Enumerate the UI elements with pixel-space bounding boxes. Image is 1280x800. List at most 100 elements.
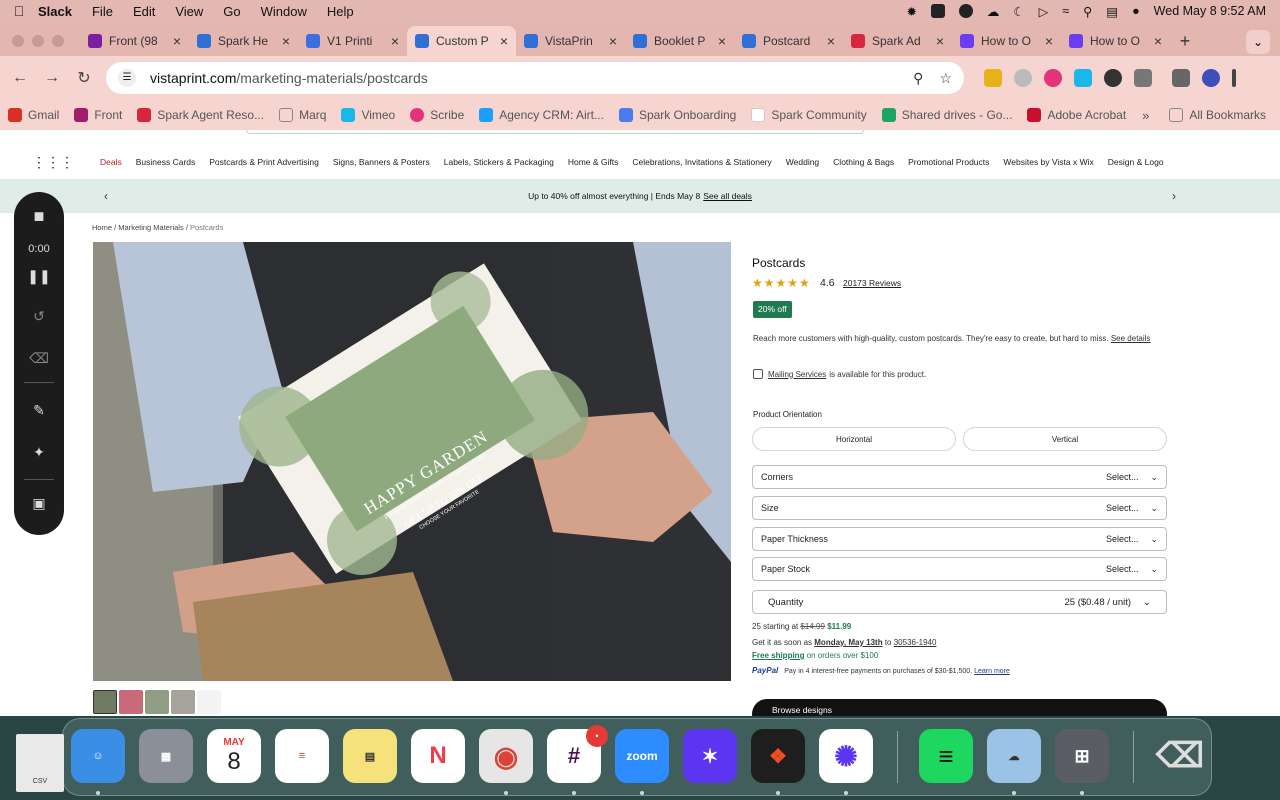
figma-icon[interactable]: ❖ bbox=[751, 729, 805, 783]
close-tab-icon[interactable]: × bbox=[936, 33, 944, 49]
tab-booklet[interactable]: Booklet P × bbox=[625, 26, 734, 56]
wifi-icon[interactable]: ≈ bbox=[1062, 4, 1069, 18]
tab-custom-postcards[interactable]: Custom P × bbox=[407, 26, 516, 56]
zoom-lens-icon[interactable]: ⚲ bbox=[913, 70, 923, 87]
bookmark-spark-community[interactable]: Spark Community bbox=[751, 108, 867, 122]
restart-icon[interactable]: ↺ bbox=[14, 308, 64, 325]
paypal-learn-more-link[interactable]: Learn more bbox=[974, 668, 1010, 675]
thumbnail-3[interactable] bbox=[145, 690, 169, 714]
bookmark-marq[interactable]: Marq bbox=[279, 108, 326, 122]
zoom-window-button[interactable] bbox=[52, 35, 64, 47]
corners-select[interactable]: Corners Select... ⌄ bbox=[752, 465, 1167, 489]
chrome-menu-icon[interactable] bbox=[1232, 69, 1236, 87]
calendar-icon[interactable]: MAY 8 bbox=[207, 729, 261, 783]
close-tab-icon[interactable]: × bbox=[1154, 33, 1162, 49]
confetti-icon[interactable]: ✦ bbox=[14, 444, 64, 461]
promo-next-icon[interactable]: › bbox=[1172, 189, 1176, 203]
bookmark-gmail[interactable]: Gmail bbox=[8, 108, 59, 122]
extensions-puzzle-icon[interactable] bbox=[1134, 69, 1152, 87]
brightness-icon[interactable]: ✹ bbox=[906, 4, 916, 19]
ship-date-link[interactable]: Monday, May 13th bbox=[814, 638, 882, 647]
nav-celebrations[interactable]: Celebrations, Invitations & Stationery bbox=[632, 157, 771, 167]
finder-icon[interactable]: ☺ bbox=[71, 729, 125, 783]
nav-postcards[interactable]: Postcards & Print Advertising bbox=[209, 157, 319, 167]
thumbnail-2[interactable] bbox=[119, 690, 143, 714]
orientation-horizontal-button[interactable]: Horizontal bbox=[752, 427, 956, 451]
calculator-icon[interactable]: ⊞ bbox=[1055, 729, 1109, 783]
creative-cloud-icon[interactable] bbox=[930, 4, 945, 18]
tab-front[interactable]: Front (98 × bbox=[80, 26, 189, 56]
pencil-icon[interactable]: ✎ bbox=[14, 402, 64, 419]
thumbnail-4[interactable] bbox=[171, 690, 195, 714]
menu-go[interactable]: Go bbox=[223, 4, 240, 19]
bookmark-adobe-acrobat[interactable]: Adobe Acrobat bbox=[1027, 108, 1126, 122]
breadcrumb-marketing[interactable]: Marketing Materials bbox=[118, 223, 183, 232]
reminders-icon[interactable]: ≡ bbox=[275, 729, 329, 783]
notes-icon[interactable]: ▤ bbox=[343, 729, 397, 783]
apple-icon[interactable]:  bbox=[0, 3, 38, 19]
nav-signs[interactable]: Signs, Banners & Posters bbox=[333, 157, 430, 167]
bookmark-scribe[interactable]: Scribe bbox=[410, 108, 464, 122]
tab-search-button[interactable]: ⌄ bbox=[1246, 30, 1270, 54]
see-all-deals-link[interactable]: See all deals bbox=[703, 191, 752, 201]
vimeo-extension-icon[interactable] bbox=[1074, 69, 1092, 87]
new-tab-button[interactable]: + bbox=[1170, 31, 1200, 52]
tab-spark-ad[interactable]: Spark Ad × bbox=[843, 26, 952, 56]
bookmark-vimeo[interactable]: Vimeo bbox=[341, 108, 395, 122]
promo-prev-icon[interactable]: ‹ bbox=[104, 189, 108, 203]
tab-v1-printing[interactable]: V1 Printi × bbox=[298, 26, 407, 56]
tab-vistaprint[interactable]: VistaPrin × bbox=[516, 26, 625, 56]
bookmark-star-icon[interactable]: ☆ bbox=[939, 70, 952, 87]
extension-badge-icon[interactable] bbox=[984, 69, 1002, 87]
browse-designs-button[interactable]: Browse designs bbox=[752, 699, 1167, 716]
menu-window[interactable]: Window bbox=[261, 4, 307, 19]
minimize-window-button[interactable] bbox=[32, 35, 44, 47]
nav-home-gifts[interactable]: Home & Gifts bbox=[568, 157, 619, 167]
apps-grid-icon[interactable]: ⋮⋮⋮ bbox=[32, 154, 74, 171]
mailing-services-link[interactable]: Mailing Services bbox=[768, 370, 826, 379]
clock-text[interactable]: Wed May 8 9:52 AM bbox=[1154, 4, 1266, 18]
launchpad-icon[interactable]: ▦ bbox=[139, 729, 193, 783]
thumbnail-1[interactable] bbox=[93, 690, 117, 714]
menu-help[interactable]: Help bbox=[327, 4, 354, 19]
control-center-icon[interactable]: ▤ bbox=[1106, 4, 1118, 19]
news-icon[interactable]: N bbox=[411, 729, 465, 783]
nav-labels[interactable]: Labels, Stickers & Packaging bbox=[444, 157, 554, 167]
reviews-link[interactable]: 20173 Reviews bbox=[843, 278, 901, 288]
extension-grey-icon[interactable] bbox=[1014, 69, 1032, 87]
bookmark-spark-agent[interactable]: Spark Agent Reso... bbox=[137, 108, 264, 122]
pause-icon[interactable]: ❚❚ bbox=[14, 268, 64, 285]
chrome-icon[interactable]: ◉ bbox=[479, 729, 533, 783]
bookmark-agency-crm[interactable]: Agency CRM: Airt... bbox=[479, 108, 604, 122]
breadcrumb-home[interactable]: Home bbox=[92, 223, 112, 232]
close-tab-icon[interactable]: × bbox=[173, 33, 181, 49]
bookmark-front[interactable]: Front bbox=[74, 108, 122, 122]
all-bookmarks[interactable]: All Bookmarks bbox=[1169, 108, 1266, 122]
tab-postcard[interactable]: Postcard × bbox=[734, 26, 843, 56]
nav-deals[interactable]: Deals bbox=[100, 157, 122, 167]
extension-disc-icon[interactable] bbox=[1104, 69, 1122, 87]
zoom-icon[interactable]: zoom bbox=[615, 729, 669, 783]
tab-how-to-2[interactable]: How to O × bbox=[1061, 26, 1170, 56]
bookmark-shared-drives[interactable]: Shared drives - Go... bbox=[881, 108, 1012, 122]
trash-icon[interactable]: ⌫ bbox=[14, 350, 64, 367]
close-tab-icon[interactable]: × bbox=[500, 33, 508, 49]
paper-stock-select[interactable]: Paper Stock Select... ⌄ bbox=[752, 557, 1167, 581]
close-tab-icon[interactable]: × bbox=[391, 33, 399, 49]
play-icon[interactable]: ▷ bbox=[1039, 4, 1049, 19]
trash-icon[interactable]: ⌫ bbox=[1153, 729, 1207, 783]
close-tab-icon[interactable]: × bbox=[718, 33, 726, 49]
see-details-link[interactable]: See details bbox=[1111, 334, 1151, 343]
orientation-vertical-button[interactable]: Vertical bbox=[963, 427, 1167, 451]
nav-business-cards[interactable]: Business Cards bbox=[136, 157, 196, 167]
spark-flower-icon[interactable]: ✺ bbox=[819, 729, 873, 783]
site-settings-icon[interactable]: ☰ bbox=[118, 69, 136, 87]
cloud-icon[interactable]: ☁ bbox=[987, 4, 1000, 19]
search-icon[interactable]: ⚲ bbox=[1083, 4, 1092, 19]
tab-how-to-1[interactable]: How to O × bbox=[952, 26, 1061, 56]
extension-red-icon[interactable] bbox=[1044, 69, 1062, 87]
more-bookmarks-chevron-icon[interactable]: » bbox=[1142, 108, 1149, 123]
quantity-select[interactable]: Quantity 25 ($0.48 / unit) ⌄ bbox=[752, 590, 1167, 614]
grammarly-icon[interactable] bbox=[958, 4, 973, 18]
address-bar[interactable]: ☰ vistaprint.com/marketing-materials/pos… bbox=[106, 62, 964, 94]
